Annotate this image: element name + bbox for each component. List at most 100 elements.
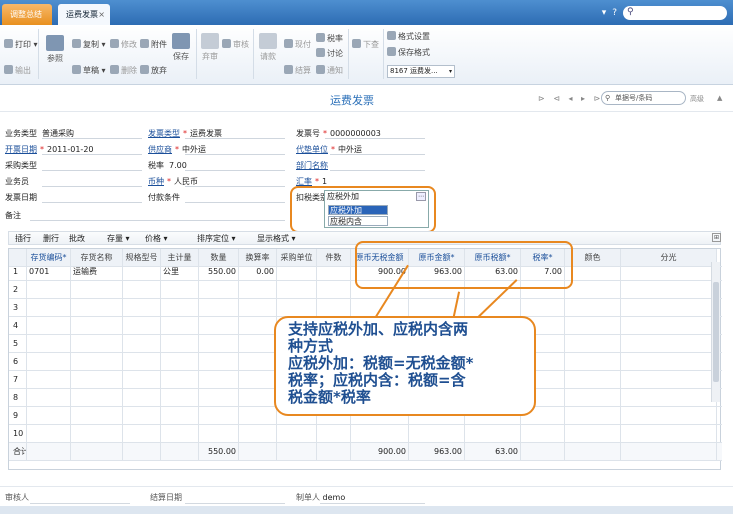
grid-cell[interactable] (317, 263, 351, 280)
grid-cell[interactable] (71, 281, 123, 298)
collapse-icon[interactable]: ▲ (717, 94, 722, 102)
grid-cell[interactable] (161, 317, 199, 334)
grid-cell[interactable] (123, 371, 161, 388)
grid-cell[interactable]: 运输费 (71, 263, 123, 280)
grid-cell[interactable] (239, 425, 277, 442)
grid-cell[interactable] (565, 371, 621, 388)
grid-cell[interactable] (199, 317, 239, 334)
print-button[interactable]: 打印 ▾ (4, 39, 38, 50)
grid-cell[interactable] (199, 425, 239, 442)
save-format-button[interactable]: 保存格式 (387, 47, 430, 58)
grid-cell[interactable] (317, 299, 351, 316)
grid-cell[interactable] (565, 389, 621, 406)
grid-cell[interactable] (317, 443, 351, 460)
grid-cell[interactable] (621, 425, 717, 442)
grid-cell[interactable] (239, 281, 277, 298)
grid-cell[interactable] (239, 335, 277, 352)
grid-cell[interactable] (277, 281, 317, 298)
grid-cell[interactable] (317, 425, 351, 442)
grid-cell[interactable] (621, 299, 717, 316)
remark-field[interactable]: 备注 (5, 210, 21, 221)
grid-cell[interactable] (239, 443, 277, 460)
grid-cell[interactable] (239, 299, 277, 316)
grid-cell[interactable] (277, 299, 317, 316)
grid-cell[interactable] (565, 407, 621, 424)
discuss-button[interactable]: 讨论 (316, 48, 343, 59)
grid-cell[interactable] (27, 425, 71, 442)
tab-adjust-summary[interactable]: 调整总结 (2, 4, 52, 25)
grid-cell[interactable] (621, 281, 717, 298)
draft-button[interactable]: 草稿 ▾ (72, 65, 106, 76)
approve-button[interactable]: 税率 (316, 33, 343, 44)
grid-cell[interactable] (27, 317, 71, 334)
push-down-button[interactable]: 下查 (352, 39, 379, 50)
grid-cell[interactable] (123, 281, 161, 298)
grid-cell[interactable] (199, 281, 239, 298)
grid-cell[interactable] (239, 407, 277, 424)
grid-cell[interactable] (71, 353, 123, 370)
attach-button[interactable]: 附件 (140, 39, 167, 50)
format-set-button[interactable]: 格式设置 (387, 31, 430, 42)
grid-cell[interactable] (277, 263, 317, 280)
format-select[interactable]: 8167 运费发... ▾ (387, 65, 455, 78)
abandon-audit-button[interactable]: 弃审 (200, 33, 220, 62)
grid-cell[interactable] (521, 425, 565, 442)
grid-cell[interactable] (621, 335, 717, 352)
grid-cell[interactable]: 0.00 (239, 263, 277, 280)
tax-rate-field[interactable]: 税率 7.00 (148, 160, 187, 171)
grid-cell[interactable] (123, 335, 161, 352)
table-row[interactable]: 10 (9, 425, 722, 443)
global-search-input[interactable]: ⚲ (623, 5, 727, 20)
grid-cell[interactable] (199, 353, 239, 370)
delete-row-button[interactable]: 删行 (43, 233, 59, 244)
insert-row-button[interactable]: 插行 (15, 233, 31, 244)
grid-cell[interactable]: 5 (9, 335, 27, 352)
copy-button[interactable]: 复制 ▾ (72, 39, 106, 50)
send-date-field[interactable]: 发票日期 (5, 192, 37, 203)
display-format-button[interactable]: 显示格式 ▾ (257, 233, 296, 244)
grid-cell[interactable] (71, 335, 123, 352)
grid-cell[interactable] (621, 353, 717, 370)
notify-button[interactable]: 通知 (316, 65, 343, 76)
grid-cell[interactable] (621, 371, 717, 388)
grid-cell[interactable] (161, 281, 199, 298)
purchase-type-field[interactable]: 采购类型 (5, 160, 37, 171)
grid-cell[interactable]: 合计 (9, 443, 27, 460)
grid-cell[interactable] (123, 353, 161, 370)
grid-cell[interactable] (199, 389, 239, 406)
grid-cell[interactable]: 550.00 (199, 443, 239, 460)
grid-cell[interactable] (71, 371, 123, 388)
chevron-down-icon[interactable]: ▾ (602, 8, 607, 18)
grid-cell[interactable]: 9 (9, 407, 27, 424)
grid-cell[interactable] (123, 407, 161, 424)
grid-cell[interactable] (71, 317, 123, 334)
grid-cell[interactable] (123, 317, 161, 334)
price-button[interactable]: 价格 ▾ (145, 233, 168, 244)
grid-cell[interactable]: 6 (9, 353, 27, 370)
grid-cell[interactable] (277, 425, 317, 442)
grid-cell[interactable] (621, 407, 717, 424)
grid-cell[interactable] (161, 335, 199, 352)
grid-cell[interactable] (27, 335, 71, 352)
request-button[interactable]: 请款 (258, 33, 278, 62)
output-button[interactable]: 输出 (4, 65, 31, 76)
save-button[interactable]: 保存 (170, 33, 192, 62)
advanced-link[interactable]: 高级 (690, 94, 704, 104)
settle-button[interactable]: 结算 (284, 65, 311, 76)
stock-button[interactable]: 存量 ▾ (107, 233, 130, 244)
grid-cell[interactable] (565, 353, 621, 370)
grid-cell[interactable] (71, 407, 123, 424)
audit-button[interactable]: 审核 (222, 39, 249, 50)
grid-cell[interactable] (239, 389, 277, 406)
batch-edit-button[interactable]: 批改 (69, 233, 85, 244)
grid-cell[interactable]: 公里 (161, 263, 199, 280)
grid-cell[interactable]: 963.00 (409, 443, 465, 460)
grid-cell[interactable] (521, 299, 565, 316)
grid-cell[interactable] (123, 425, 161, 442)
grid-cell[interactable]: 4 (9, 317, 27, 334)
grid-cell[interactable] (199, 407, 239, 424)
grid-cell[interactable] (123, 389, 161, 406)
grid-cell[interactable]: 550.00 (199, 263, 239, 280)
grid-cell[interactable]: 900.00 (351, 443, 409, 460)
close-icon[interactable]: × (98, 4, 105, 25)
